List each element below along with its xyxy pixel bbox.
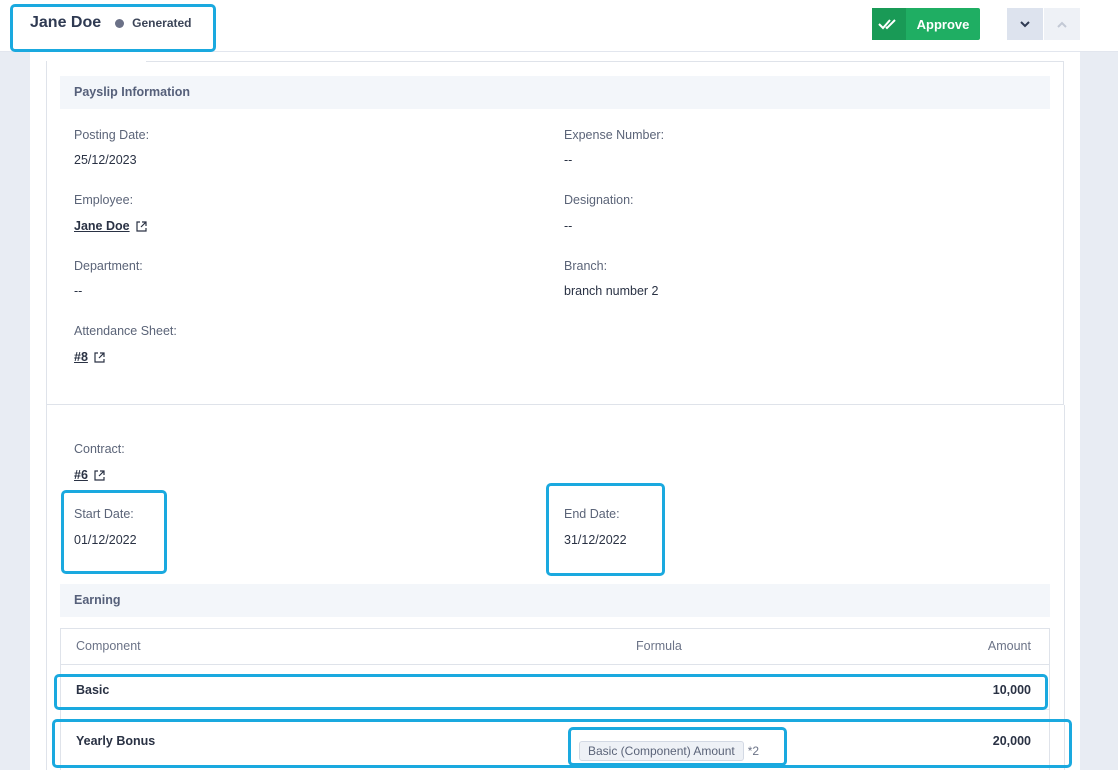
branch-value: branch number 2 bbox=[564, 284, 659, 298]
start-date-label: Start Date: bbox=[74, 507, 134, 521]
start-date-value: 01/12/2022 bbox=[74, 533, 137, 547]
contract-link[interactable]: #6 bbox=[74, 468, 105, 482]
chevron-down-icon bbox=[1020, 20, 1030, 27]
expense-number-label: Expense Number: bbox=[564, 128, 665, 142]
top-bar: Jane Doe Generated Approve bbox=[0, 0, 1118, 52]
earning-table: Component Formula Amount Basic 10,000 Ye… bbox=[60, 628, 1050, 770]
employee-label: Employee: bbox=[74, 193, 134, 207]
posting-date-value: 25/12/2023 bbox=[74, 153, 137, 167]
designation-label: Designation: bbox=[564, 193, 634, 207]
branch-label: Branch: bbox=[564, 259, 608, 273]
attendance-sheet-label: Attendance Sheet: bbox=[74, 324, 177, 338]
formula-token-chip: Basic (Component) Amount bbox=[579, 741, 744, 761]
status-dot-icon bbox=[115, 18, 125, 28]
attendance-sheet-link[interactable]: #8 bbox=[74, 350, 105, 364]
end-date-label: End Date: bbox=[564, 507, 620, 521]
end-date-value: 31/12/2022 bbox=[564, 533, 627, 547]
external-link-icon bbox=[94, 351, 105, 363]
column-header-formula: Formula bbox=[636, 639, 682, 653]
row-basic-component: Basic bbox=[76, 683, 110, 697]
payslip-card: Payslip Information Posting Date: 25/12/… bbox=[30, 52, 1080, 770]
department-value: -- bbox=[74, 284, 83, 298]
panel-border-right bbox=[1064, 405, 1065, 770]
row-bonus-formula: Basic (Component) Amount *2 bbox=[579, 741, 759, 761]
external-link-icon bbox=[94, 469, 105, 481]
approve-button[interactable]: Approve bbox=[872, 8, 980, 40]
column-header-component: Component bbox=[76, 639, 141, 653]
page-title: Jane Doe Generated bbox=[30, 14, 192, 32]
navigation-button-group bbox=[1007, 8, 1080, 40]
formula-multiplier: *2 bbox=[747, 744, 760, 758]
employee-link-text: Jane Doe bbox=[74, 219, 130, 233]
earning-header: Earning bbox=[60, 584, 1050, 617]
column-header-amount: Amount bbox=[987, 639, 1031, 653]
double-check-icon bbox=[872, 8, 906, 40]
designation-value: -- bbox=[564, 219, 573, 233]
panel-border-left bbox=[46, 405, 47, 770]
row-basic-amount: 10,000 bbox=[992, 683, 1031, 697]
posting-date-label: Posting Date: bbox=[74, 128, 150, 142]
next-record-button[interactable] bbox=[1007, 8, 1043, 40]
row-divider bbox=[61, 709, 1049, 710]
external-link-icon bbox=[135, 220, 147, 232]
previous-record-button[interactable] bbox=[1044, 8, 1080, 40]
chevron-up-icon bbox=[1057, 21, 1067, 28]
row-bonus-amount: 20,000 bbox=[992, 734, 1031, 748]
approve-label: Approve bbox=[916, 16, 970, 32]
department-label: Department: bbox=[74, 259, 143, 273]
status-badge: Generated bbox=[132, 16, 192, 30]
expense-number-value: -- bbox=[564, 153, 573, 167]
attendance-sheet-link-text: #8 bbox=[74, 350, 88, 364]
header-divider bbox=[61, 664, 1049, 665]
contract-label: Contract: bbox=[74, 442, 125, 456]
payslip-info-panel bbox=[46, 61, 1064, 405]
employee-link[interactable]: Jane Doe bbox=[74, 219, 147, 233]
row-bonus-component: Yearly Bonus bbox=[76, 734, 156, 748]
payslip-info-header: Payslip Information bbox=[60, 76, 1050, 109]
contract-link-text: #6 bbox=[74, 468, 88, 482]
employee-name-title: Jane Doe bbox=[30, 14, 102, 31]
